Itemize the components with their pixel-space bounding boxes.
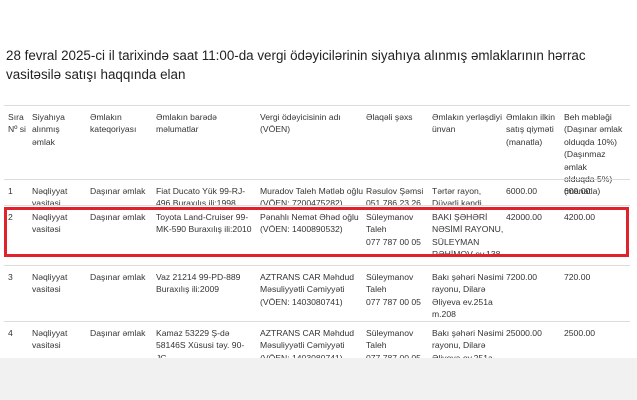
announcement-title: 28 fevral 2025-ci il tarixində saat 11:0…	[6, 48, 586, 82]
row-address: BAKI ŞƏHƏRİ NƏSİMİ RAYONU, SÜLEYMAN RƏHİ…	[432, 212, 504, 255]
row-price: 42000.00	[506, 212, 542, 222]
table-header-row: Sıra Nº si Siyahıya alınmış əmlak Əmlakı…	[4, 105, 630, 196]
row-address: Bakı şəhəri Nəsimi rayonu, Dilarə Əliyev…	[432, 272, 504, 320]
table-row: 2 Nəqliyyat vasitəsi Daşınar əmlak Toyot…	[4, 205, 630, 266]
table-row: 1 Nəqliyyat vasitəsi Daşınar əmlak Fiat …	[4, 179, 630, 208]
header-info: Əmlakın barədə məlumatlar	[156, 112, 217, 135]
row-taxpayer: Pənahlı Nemət Əhəd oğlu (VÖEN: 140089053…	[260, 212, 359, 235]
header-price: Əmlakın ilkin satış qiyməti (manatla)	[506, 112, 555, 147]
row-deposit: 4200.00	[564, 212, 596, 222]
row-taxpayer: AZTRANS CAR Məhdud Məsuliyyətli Cəmiyyət…	[260, 272, 355, 307]
row-price: 25000.00	[506, 328, 542, 338]
row-info: Vaz 21214 99-PD-889 Buraxılış ili:2009	[156, 272, 241, 295]
header-number: Sıra Nº si	[8, 112, 26, 135]
row-price: 7200.00	[506, 272, 538, 282]
document-page: 28 fevral 2025-ci il tarixində saat 11:0…	[0, 0, 637, 400]
bottom-fade	[0, 358, 637, 400]
header-address: Əmlakın yerləşdiyi ünvan	[432, 112, 502, 135]
row-price: 6000.00	[506, 186, 538, 196]
row-number: 3	[8, 272, 13, 282]
row-deposit: 2500.00	[564, 328, 596, 338]
header-taxpayer: Vergi ödəyicisinin adı (VÖEN)	[260, 112, 341, 135]
row-property: Nəqliyyat vasitəsi	[32, 212, 68, 235]
row-number: 4	[8, 328, 13, 338]
row-category: Daşınar əmlak	[90, 212, 146, 222]
row-contact: Süleymanov Taleh 077 787 00 05	[366, 272, 421, 307]
row-contact: Süleymanov Taleh 077 787 00 05	[366, 212, 421, 247]
row-property: Nəqliyyat vasitəsi	[32, 272, 68, 295]
row-deposit: 600.00	[564, 186, 591, 196]
row-category: Daşınar əmlak	[90, 328, 146, 338]
table-row: 3 Nəqliyyat vasitəsi Daşınar əmlak Vaz 2…	[4, 265, 630, 322]
row-deposit: 720.00	[564, 272, 591, 282]
row-number: 1	[8, 186, 13, 196]
header-category: Əmlakın kateqoriyası	[90, 112, 137, 135]
header-contact: Əlaqəli şəxs	[366, 112, 413, 122]
header-property: Siyahıya alınmış əmlak	[32, 112, 65, 147]
row-property: Nəqliyyat vasitəsi	[32, 328, 68, 351]
row-category: Daşınar əmlak	[90, 272, 146, 282]
row-number: 2	[8, 212, 13, 222]
row-category: Daşınar əmlak	[90, 186, 146, 196]
row-info: Toyota Land-Cruiser 99- MK-590 Buraxılış…	[156, 212, 252, 235]
